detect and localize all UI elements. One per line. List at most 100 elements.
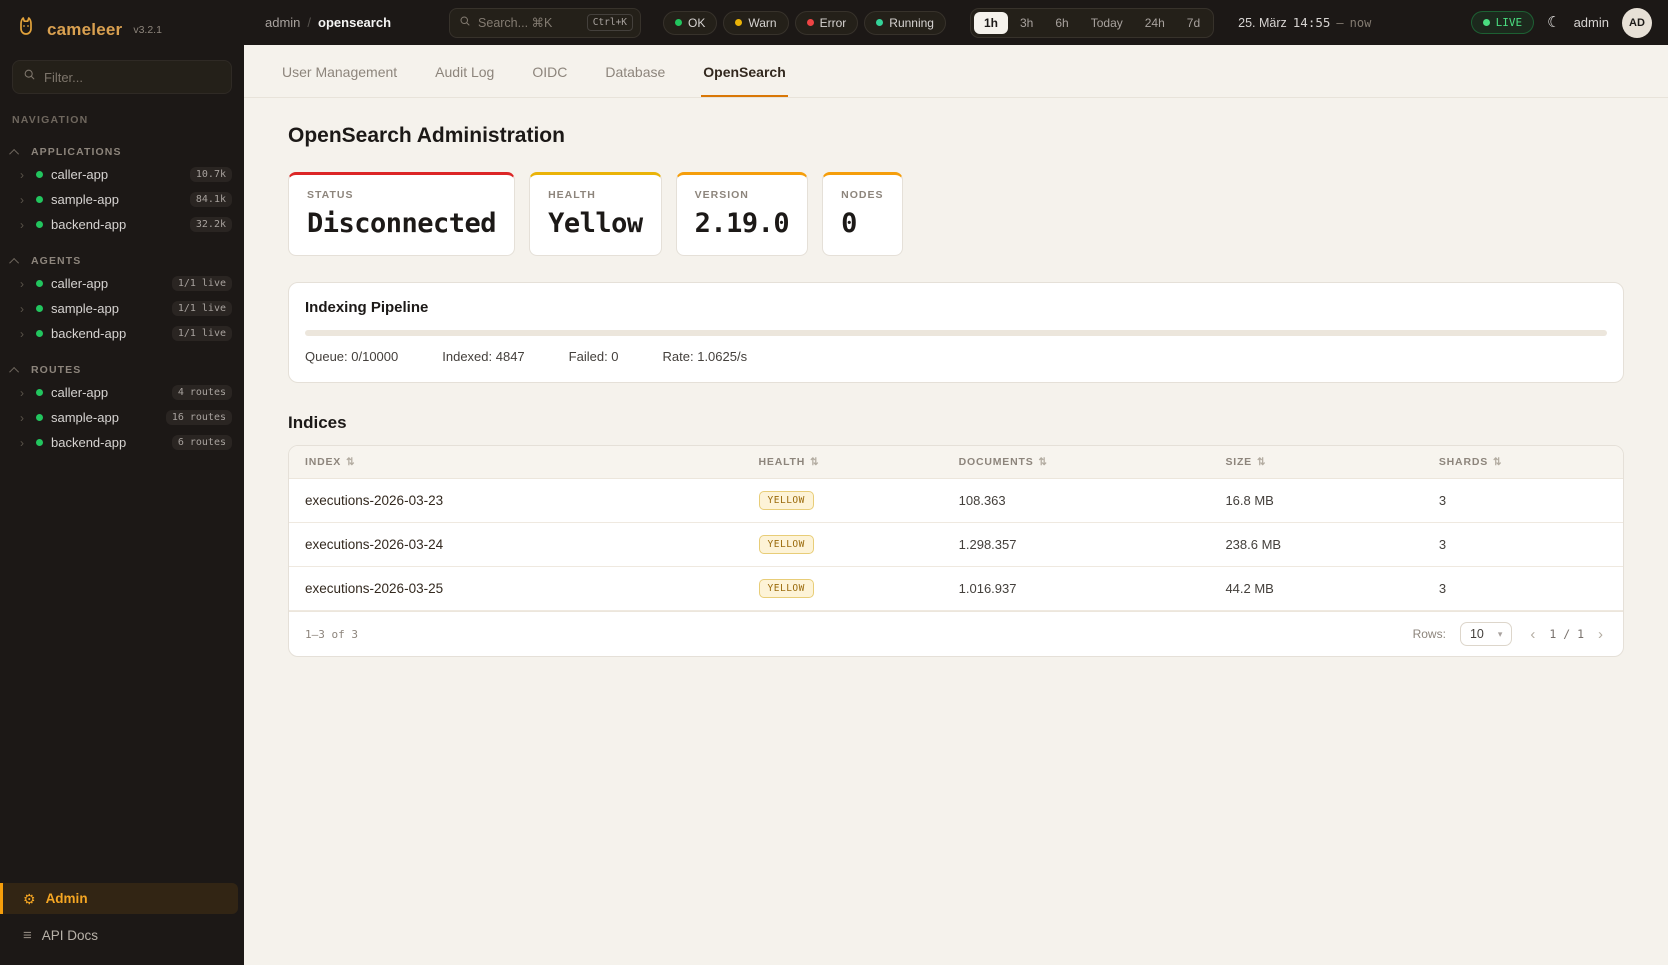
stat-label: VERSION	[695, 189, 790, 201]
time-range-24h[interactable]: 24h	[1135, 12, 1175, 34]
filter-chip-error[interactable]: Error	[795, 11, 859, 35]
section-title: AGENTS	[31, 255, 81, 267]
health-badge: YELLOW	[759, 491, 814, 510]
dark-mode-toggle-moon-icon[interactable]: ☾	[1547, 15, 1560, 30]
avatar[interactable]: AD	[1622, 8, 1652, 38]
chevron-right-icon: ›	[20, 387, 28, 399]
search-input[interactable]	[478, 16, 580, 30]
filter-chip-running[interactable]: Running	[864, 11, 946, 35]
sidebar-item-api-docs[interactable]: ≡ API Docs	[0, 920, 244, 951]
time-range-1h[interactable]: 1h	[974, 12, 1008, 34]
filter-input[interactable]	[44, 70, 221, 85]
cell-index: executions-2026-03-25	[289, 569, 743, 608]
stat-value: 0	[841, 208, 883, 239]
row-range-info: 1–3 of 3	[305, 628, 358, 641]
sidebar-item-sample-app[interactable]: › sample-app 84.1k	[0, 187, 244, 212]
page-title: OpenSearch Administration	[288, 124, 1624, 148]
stat-label: HEALTH	[548, 189, 643, 201]
cell-documents: 108.363	[943, 481, 1210, 520]
cell-size: 238.6 MB	[1209, 525, 1422, 564]
sidebar-item-caller-app-agent[interactable]: › caller-app 1/1 live	[0, 271, 244, 296]
datetime-display[interactable]: 25. März 14:55 — now	[1238, 15, 1371, 30]
sidebar-item-sample-app-routes[interactable]: › sample-app 16 routes	[0, 405, 244, 430]
sidebar-item-backend-app-routes[interactable]: › backend-app 6 routes	[0, 430, 244, 455]
date-text: 25. März	[1238, 16, 1287, 30]
table-row[interactable]: executions-2026-03-23 YELLOW 108.363 16.…	[289, 479, 1623, 523]
column-header-documents[interactable]: DOCUMENTS⇅	[943, 446, 1210, 478]
section-header-agents[interactable]: AGENTS	[0, 251, 244, 271]
status-dot	[36, 439, 43, 446]
time-range-6h[interactable]: 6h	[1045, 12, 1078, 34]
column-header-health[interactable]: HEALTH⇅	[743, 446, 943, 478]
status-dot	[36, 196, 43, 203]
sidebar-item-backend-app[interactable]: › backend-app 32.2k	[0, 212, 244, 237]
sidebar-item-sample-app-agent[interactable]: › sample-app 1/1 live	[0, 296, 244, 321]
column-header-size[interactable]: SIZE⇅	[1209, 446, 1422, 478]
chevron-up-icon	[9, 257, 19, 267]
sidebar-item-label: backend-app	[51, 326, 164, 341]
chevron-right-icon: ›	[20, 219, 28, 231]
chevron-up-icon	[9, 366, 19, 376]
indices-title: Indices	[288, 413, 1624, 433]
section-title: ROUTES	[31, 364, 81, 376]
sidebar-item-label: caller-app	[51, 276, 164, 291]
indexing-pipeline-panel: Indexing Pipeline Queue: 0/10000 Indexed…	[288, 282, 1624, 383]
logo[interactable]: cameleer v3.2.1	[0, 0, 244, 54]
section-header-applications[interactable]: APPLICATIONS	[0, 142, 244, 162]
sidebar: cameleer v3.2.1 NAVIGATION APPLICATIONS …	[0, 0, 244, 965]
breadcrumb-root[interactable]: admin	[265, 15, 300, 30]
table-footer: 1–3 of 3 Rows: 10 ▾ ‹ 1 / 1 ›	[289, 611, 1623, 656]
filter-chip-warn[interactable]: Warn	[723, 11, 788, 35]
table-header-row: INDEX⇅ HEALTH⇅ DOCUMENTS⇅ SIZE⇅ SHARDS⇅	[289, 446, 1623, 479]
tab-audit-log[interactable]: Audit Log	[433, 45, 496, 97]
nav-section-agents: AGENTS › caller-app 1/1 live › sample-ap…	[0, 251, 244, 346]
chevron-right-icon: ›	[20, 169, 28, 181]
column-header-index[interactable]: INDEX⇅	[289, 446, 743, 478]
status-dot	[36, 330, 43, 337]
sort-icon: ⇅	[1257, 457, 1266, 468]
section-header-routes[interactable]: ROUTES	[0, 360, 244, 380]
status-dot	[36, 305, 43, 312]
sidebar-item-admin[interactable]: ⚙ Admin	[0, 883, 238, 914]
tab-oidc[interactable]: OIDC	[530, 45, 569, 97]
time-range-3h[interactable]: 3h	[1010, 12, 1043, 34]
search-shortcut-kbd: Ctrl+K	[587, 14, 633, 31]
next-page-button[interactable]: ›	[1594, 625, 1607, 644]
tab-user-management[interactable]: User Management	[280, 45, 399, 97]
sidebar-item-caller-app[interactable]: › caller-app 10.7k	[0, 162, 244, 187]
global-search[interactable]: Ctrl+K	[449, 8, 641, 38]
time-range-selector: 1h 3h 6h Today 24h 7d	[970, 8, 1214, 38]
filter-chip-ok[interactable]: OK	[663, 11, 717, 35]
sidebar-item-caller-app-routes[interactable]: › caller-app 4 routes	[0, 380, 244, 405]
live-toggle[interactable]: LIVE	[1471, 11, 1535, 34]
section-title: APPLICATIONS	[31, 146, 122, 158]
app-root: cameleer v3.2.1 NAVIGATION APPLICATIONS …	[0, 0, 1668, 965]
sidebar-item-label: backend-app	[51, 435, 164, 450]
table-row[interactable]: executions-2026-03-24 YELLOW 1.298.357 2…	[289, 523, 1623, 567]
column-header-shards[interactable]: SHARDS⇅	[1423, 446, 1623, 478]
sidebar-item-label: sample-app	[51, 301, 164, 316]
chevron-right-icon: ›	[20, 278, 28, 290]
time-range-today[interactable]: Today	[1081, 12, 1133, 34]
tab-opensearch[interactable]: OpenSearch	[701, 45, 787, 97]
page-indicator: 1 / 1	[1549, 627, 1584, 641]
prev-page-button[interactable]: ‹	[1526, 625, 1539, 644]
status-dot	[36, 414, 43, 421]
time-range-7d[interactable]: 7d	[1177, 12, 1210, 34]
breadcrumb: admin / opensearch	[265, 15, 391, 30]
sidebar-item-backend-app-agent[interactable]: › backend-app 1/1 live	[0, 321, 244, 346]
gear-icon: ⚙	[23, 892, 36, 906]
tab-database[interactable]: Database	[603, 45, 667, 97]
table-row[interactable]: executions-2026-03-25 YELLOW 1.016.937 4…	[289, 567, 1623, 611]
cell-health: YELLOW	[743, 567, 943, 610]
sidebar-filter	[12, 60, 232, 94]
admin-tabs: User Management Audit Log OIDC Database …	[244, 45, 1668, 98]
live-label: LIVE	[1496, 16, 1523, 29]
rows-per-page-select[interactable]: 10 ▾	[1460, 622, 1512, 646]
chip-label: Error	[820, 16, 847, 30]
queue-stat: Queue: 0/10000	[305, 349, 398, 364]
indexed-stat: Indexed: 4847	[442, 349, 524, 364]
stat-value: 2.19.0	[695, 208, 790, 239]
failed-stat: Failed: 0	[569, 349, 619, 364]
app-version: v3.2.1	[133, 24, 162, 36]
